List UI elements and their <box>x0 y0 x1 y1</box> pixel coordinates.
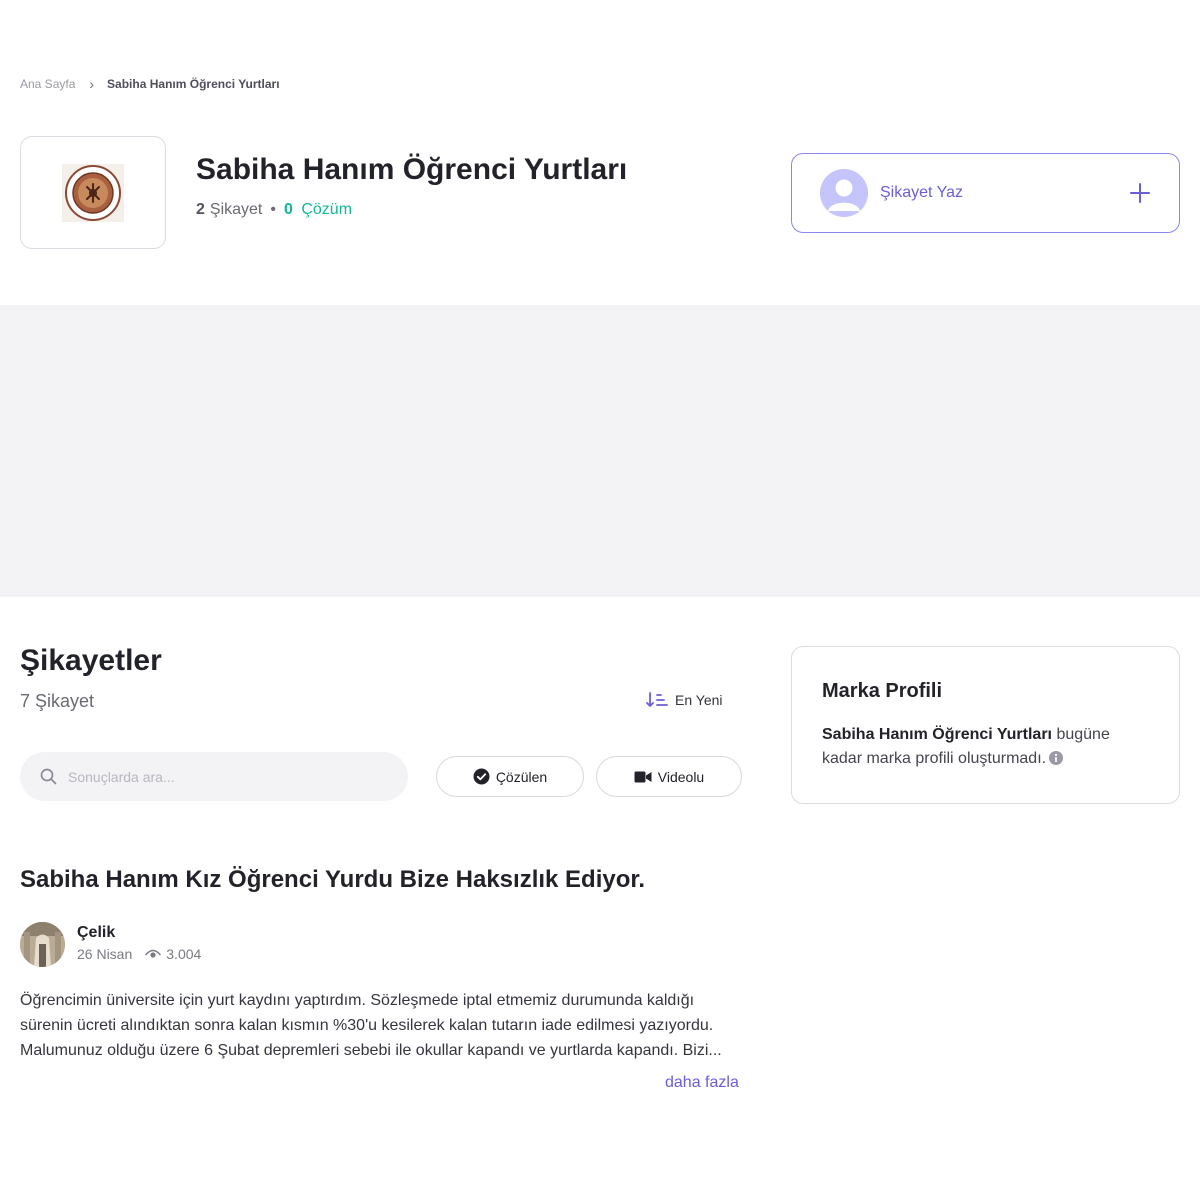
brand-profile-card: Marka Profili Sabiha Hanım Öğrenci Yurtl… <box>791 646 1180 804</box>
write-complaint-button[interactable]: Şikayet Yaz <box>791 153 1180 233</box>
complaint-count-label: Şikayet <box>209 201 263 218</box>
breadcrumb: Ana Sayfa › Sabiha Hanım Öğrenci Yurtlar… <box>20 77 280 91</box>
search-input[interactable] <box>68 768 368 785</box>
resolved-label: Çözüm <box>301 201 353 218</box>
plus-icon <box>1130 183 1150 203</box>
resolved-stats: 0 Çözüm <box>284 201 352 219</box>
check-circle-icon <box>473 768 490 785</box>
brand-profile-title: Marka Profili <box>822 680 943 702</box>
complaints-count: 7 Şikayet <box>20 691 95 711</box>
brand-logo <box>62 163 124 222</box>
filter-resolved-button[interactable]: Çözülen <box>436 756 584 797</box>
complaints-section-title: Şikayetler <box>20 644 162 677</box>
complaint-body: Öğrencimin üniversite için yurt kaydını … <box>20 992 722 1059</box>
user-avatar-icon <box>820 169 868 217</box>
complaint-title-link[interactable]: Sabiha Hanım Kız Öğrenci Yurdu Bize Haks… <box>20 866 645 894</box>
eye-icon <box>145 949 162 958</box>
filter-video-label: Videolu <box>657 768 705 785</box>
complaint-date: 26 Nisan <box>77 946 133 962</box>
brand-logo-box <box>20 136 166 249</box>
search-box <box>20 752 408 801</box>
brand-profile-brand-name: Sabiha Hanım Öğrenci Yurtları <box>822 726 1052 743</box>
filter-video-button[interactable]: Videolu <box>596 756 742 797</box>
video-camera-icon <box>634 771 652 782</box>
chevron-right-icon: › <box>89 76 95 92</box>
complaint-views: 3.004 <box>166 946 202 962</box>
separator-dot: • <box>270 201 276 218</box>
brand-title: Sabiha Hanım Öğrenci Yurtları <box>196 153 628 186</box>
write-complaint-label: Şikayet Yaz <box>880 184 964 201</box>
search-icon <box>40 768 57 785</box>
ad-placeholder <box>0 305 1200 597</box>
brand-profile-text: Sabiha Hanım Öğrenci Yurtları bugüne kad… <box>822 723 1149 771</box>
brand-seal-icon <box>65 164 121 221</box>
read-more-link[interactable]: daha fazla <box>665 1074 739 1092</box>
complaint-count: 2 <box>196 201 205 218</box>
sort-button[interactable]: En Yeni <box>646 692 723 708</box>
resolved-count: 0 <box>283 201 293 218</box>
sort-label: En Yeni <box>675 692 723 708</box>
brand-stats: 2 Şikayet • 0 Çözüm <box>196 201 352 219</box>
author-avatar <box>20 922 65 967</box>
breadcrumb-current: Sabiha Hanım Öğrenci Yurtları <box>107 77 280 91</box>
info-icon[interactable] <box>1049 751 1064 765</box>
breadcrumb-home-link[interactable]: Ana Sayfa <box>20 77 75 91</box>
complaint-meta: 26 Nisan 3.004 <box>77 946 201 962</box>
filter-resolved-label: Çözülen <box>495 768 548 785</box>
author-name[interactable]: Çelik <box>77 924 115 942</box>
sort-icon <box>646 692 668 707</box>
